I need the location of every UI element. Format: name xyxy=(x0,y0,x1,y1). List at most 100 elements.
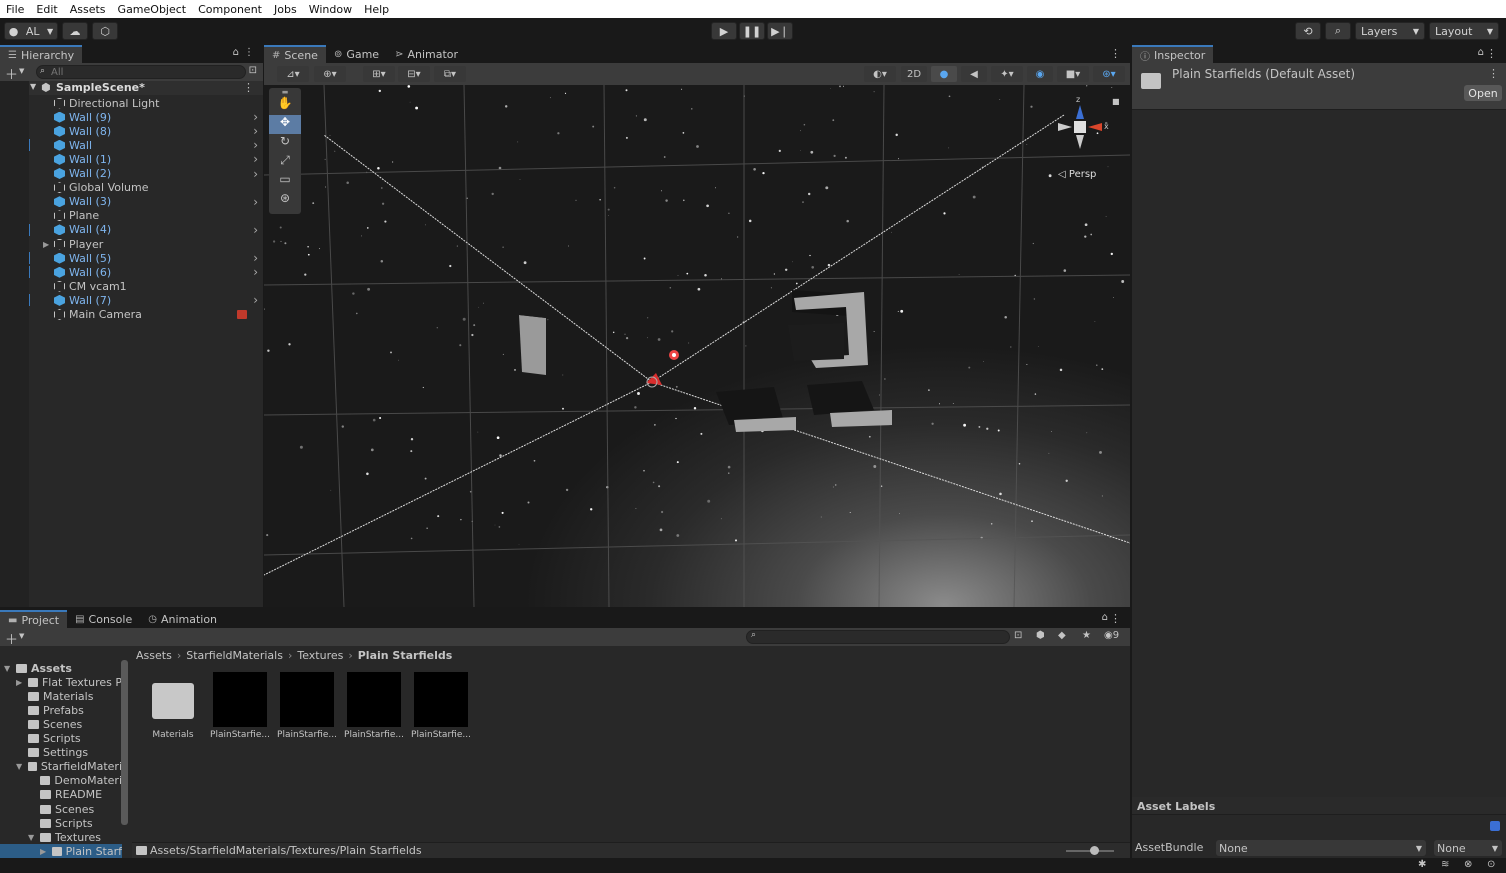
assetbundle-dropdown[interactable]: None ▼ xyxy=(1216,840,1426,856)
chevron-right-icon[interactable]: › xyxy=(253,251,258,265)
slider-thumb[interactable] xyxy=(1090,846,1099,855)
expand-icon[interactable]: ▼ xyxy=(4,664,10,673)
snap-button[interactable]: ⊞▾ xyxy=(363,66,395,82)
tree-item[interactable]: Scenes xyxy=(0,802,122,816)
tree-item[interactable]: Settings xyxy=(0,746,122,760)
check-icon[interactable]: ⊙ xyxy=(1487,859,1495,870)
hierarchy-item[interactable]: Plane xyxy=(0,209,263,223)
variant-dropdown[interactable]: None ▼ xyxy=(1434,840,1502,856)
tree-item[interactable]: Scripts xyxy=(0,732,122,746)
menu-component[interactable]: Component xyxy=(192,3,268,16)
hidden-packages-icon[interactable]: ◉9 xyxy=(1104,630,1119,641)
chevron-right-icon[interactable]: › xyxy=(253,124,258,138)
scene-viewport[interactable]: ▬ ✋ ✥ ↻ ⤢ ▭ ⊛ z x ■ ◁ Persp xyxy=(264,85,1130,607)
hand-tool-icon[interactable]: ✋ xyxy=(269,96,301,115)
chevron-down-icon[interactable]: ▼ xyxy=(19,67,24,75)
chevron-down-icon[interactable]: ▼ xyxy=(19,632,24,640)
more-icon[interactable]: ⋮ xyxy=(1110,47,1121,60)
tree-item[interactable]: Scripts xyxy=(0,816,122,830)
network-icon[interactable]: ⊗ xyxy=(1464,859,1472,870)
history-button[interactable]: ⟲ xyxy=(1295,22,1321,40)
chevron-right-icon[interactable]: › xyxy=(253,195,258,209)
negative-x-handle[interactable] xyxy=(1058,123,1072,131)
hierarchy-item[interactable]: Wall (7) › xyxy=(0,293,263,307)
camera-button[interactable]: ■▾ xyxy=(1057,66,1089,82)
expand-icon[interactable]: ▶ xyxy=(43,240,49,249)
collab-button[interactable]: ⬡ xyxy=(92,22,118,40)
layout-dropdown[interactable]: Layout ▼ xyxy=(1429,22,1499,40)
tree-item[interactable]: DemoMateri xyxy=(0,774,122,788)
rotate-tool-icon[interactable]: ↻ xyxy=(269,134,301,153)
tab-project[interactable]: ▬ Project xyxy=(0,610,68,628)
hierarchy-item[interactable]: Wall (9) › xyxy=(0,110,263,124)
expand-icon[interactable]: ▼ xyxy=(30,82,36,91)
view-options-button[interactable]: ⊕▾ xyxy=(314,66,346,82)
open-button[interactable]: Open xyxy=(1464,85,1502,101)
expand-icon[interactable]: ▶ xyxy=(40,847,46,856)
tree-item[interactable]: ▶ Flat Textures P xyxy=(0,675,122,689)
hierarchy-item[interactable]: Wall (5) › xyxy=(0,251,263,265)
expand-icon[interactable]: ▼ xyxy=(16,762,22,771)
chevron-right-icon[interactable]: › xyxy=(253,223,258,237)
lock-icon[interactable]: ■ xyxy=(1112,97,1120,106)
breadcrumb-item[interactable]: StarfieldMaterials xyxy=(186,649,283,662)
chevron-right-icon[interactable]: › xyxy=(253,110,258,124)
more-icon[interactable]: ⋮ xyxy=(244,47,254,58)
hierarchy-item[interactable]: ▶ Player xyxy=(0,237,263,251)
x-axis-handle[interactable] xyxy=(1088,123,1102,131)
expand-icon[interactable]: ▼ xyxy=(28,833,34,842)
drag-handle-icon[interactable]: ▬ xyxy=(269,88,301,96)
tab-inspector[interactable]: ⓘ Inspector xyxy=(1132,45,1214,63)
project-search-input[interactable] xyxy=(746,630,1010,644)
negative-y-handle[interactable] xyxy=(1076,135,1084,149)
projection-label[interactable]: ◁ Persp xyxy=(1058,169,1096,180)
tree-item[interactable]: README xyxy=(0,788,122,802)
tree-item[interactable]: Materials xyxy=(0,689,122,703)
increment-snap-button[interactable]: ⧉▾ xyxy=(434,66,466,82)
tree-item[interactable]: Prefabs xyxy=(0,703,122,717)
shading-mode-button[interactable]: ◐▾ xyxy=(864,66,896,82)
transform-tool-icon[interactable]: ⊛ xyxy=(269,191,301,210)
tree-scrollbar[interactable] xyxy=(121,660,128,825)
texture-thumbnail[interactable] xyxy=(280,672,334,727)
tree-item[interactable]: ▼ Textures xyxy=(0,830,122,844)
move-tool-icon[interactable]: ✥ xyxy=(269,115,301,134)
hierarchy-item[interactable]: Wall (3) › xyxy=(0,195,263,209)
label-filter-icon[interactable]: ◆ xyxy=(1058,630,1066,641)
texture-thumbnail[interactable] xyxy=(414,672,468,727)
tab-animation[interactable]: ◷ Animation xyxy=(140,610,225,628)
favorite-icon[interactable]: ★ xyxy=(1082,630,1091,641)
tree-item[interactable]: Scenes xyxy=(0,717,122,731)
tag-icon[interactable] xyxy=(1490,821,1500,831)
hierarchy-item[interactable]: Wall › xyxy=(0,138,263,152)
texture-thumbnail[interactable] xyxy=(347,672,401,727)
menu-edit[interactable]: Edit xyxy=(30,3,63,16)
breadcrumb-item[interactable]: Plain Starfields xyxy=(358,649,453,662)
menu-window[interactable]: Window xyxy=(303,3,358,16)
menu-jobs[interactable]: Jobs xyxy=(268,3,303,16)
texture-thumbnail[interactable] xyxy=(213,672,267,727)
audio-toggle[interactable]: ◀ xyxy=(961,66,987,82)
pause-button[interactable]: ❚❚ xyxy=(739,22,765,40)
chevron-right-icon[interactable]: › xyxy=(253,138,258,152)
menu-gameobject[interactable]: GameObject xyxy=(112,3,193,16)
tab-game[interactable]: ⊚ Game xyxy=(326,45,387,63)
2d-toggle[interactable]: 2D xyxy=(901,66,927,82)
hierarchy-item[interactable]: Wall (1) › xyxy=(0,152,263,166)
hierarchy-item[interactable]: Directional Light xyxy=(0,96,263,110)
chevron-right-icon[interactable]: › xyxy=(253,152,258,166)
hierarchy-search-input[interactable] xyxy=(36,65,246,79)
more-icon[interactable]: ⋮ xyxy=(1110,612,1121,625)
play-button[interactable]: ▶ xyxy=(711,22,737,40)
hierarchy-item[interactable]: Wall (2) › xyxy=(0,167,263,181)
tab-hierarchy[interactable]: ☰ Hierarchy xyxy=(0,45,83,63)
step-button[interactable]: ▶❘ xyxy=(767,22,793,40)
chevron-right-icon[interactable]: › xyxy=(253,265,258,279)
hierarchy-item[interactable]: CM vcam1 xyxy=(0,279,263,293)
tree-item[interactable]: ▼ Assets xyxy=(0,661,122,675)
lock-icon[interactable]: ⌂ xyxy=(1102,612,1108,623)
hierarchy-item[interactable]: Wall (6) › xyxy=(0,265,263,279)
tab-animator[interactable]: ⋗ Animator xyxy=(387,45,466,63)
expand-icon[interactable]: ▶ xyxy=(16,678,22,687)
layers-dropdown[interactable]: Layers ▼ xyxy=(1355,22,1425,40)
